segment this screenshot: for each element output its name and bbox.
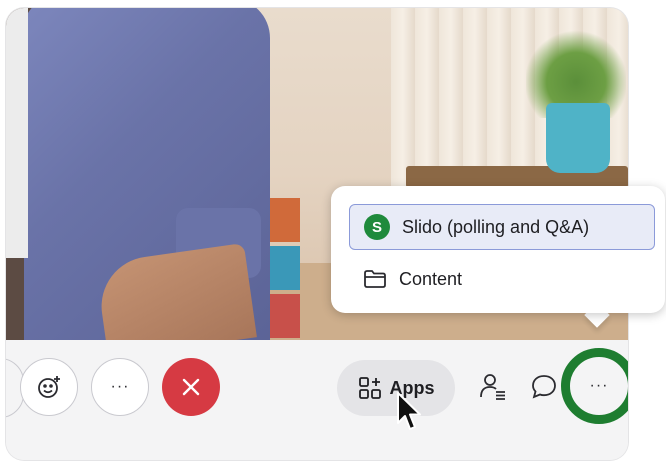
meeting-toolbar: ··· Apps ··· xyxy=(6,340,628,460)
more-options-label: ··· xyxy=(110,378,130,395)
close-icon xyxy=(180,376,202,398)
folder-icon xyxy=(363,268,387,290)
menu-item-label: Content xyxy=(399,268,463,289)
apps-icon xyxy=(358,376,382,400)
menu-item-label: Slido (polling and Q&A) xyxy=(402,216,590,237)
mouse-cursor-icon xyxy=(396,392,422,437)
more-options-popover: S Slido (polling and Q&A) Content xyxy=(331,186,665,313)
more-options-highlighted-button[interactable]: ··· xyxy=(561,348,628,424)
slido-icon: S xyxy=(364,214,390,240)
more-options-button[interactable]: ··· xyxy=(91,358,149,416)
participants-icon xyxy=(479,372,507,400)
menu-item-slido[interactable]: S Slido (polling and Q&A) xyxy=(349,204,655,250)
emoji-add-icon xyxy=(36,374,62,400)
more-options-highlighted-label: ··· xyxy=(589,377,609,394)
reactions-button[interactable] xyxy=(20,358,78,416)
chat-button[interactable] xyxy=(524,366,564,406)
leave-meeting-button[interactable] xyxy=(162,358,220,416)
chat-icon xyxy=(530,372,558,400)
participants-button[interactable] xyxy=(473,366,513,406)
menu-item-content[interactable]: Content xyxy=(349,256,655,302)
